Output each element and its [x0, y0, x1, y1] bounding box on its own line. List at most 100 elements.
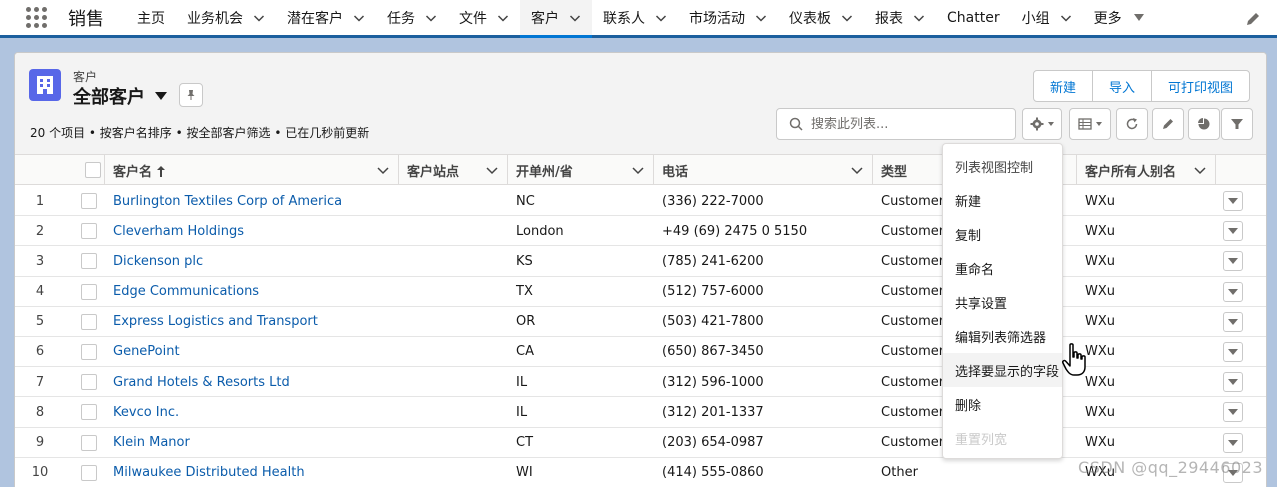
list-view-controls-button[interactable]: [1022, 108, 1062, 140]
row-actions-button[interactable]: [1223, 251, 1243, 272]
chevron-down-icon[interactable]: [253, 12, 265, 24]
row-checkbox[interactable]: [81, 404, 97, 421]
pin-list-view-button[interactable]: [179, 83, 203, 107]
nav-tab-2[interactable]: 潜在客户: [276, 0, 376, 35]
nav-tab-9[interactable]: 报表: [864, 0, 936, 35]
account-name-link[interactable]: Burlington Textiles Corp of America: [113, 186, 342, 216]
menu-item-sharing[interactable]: 共享设置: [943, 285, 1062, 319]
row-actions-button[interactable]: [1223, 221, 1243, 242]
menu-item-clone[interactable]: 复制: [943, 217, 1062, 251]
phone: (785) 241-6200: [662, 253, 764, 269]
display-as-button[interactable]: [1069, 108, 1111, 140]
select-all-checkbox[interactable]: [84, 162, 101, 178]
billing-state: London: [516, 223, 564, 239]
row-checkbox[interactable]: [81, 434, 97, 451]
account-name-link[interactable]: Dickenson plc: [113, 246, 203, 276]
row-checkbox[interactable]: [81, 193, 97, 209]
chevron-down-icon[interactable]: [755, 12, 767, 24]
list-view-switcher[interactable]: 全部客户: [73, 83, 167, 109]
billing-state: OR: [516, 314, 536, 330]
chevron-down-icon[interactable]: [655, 12, 667, 24]
chevron-down-icon[interactable]: [569, 12, 581, 24]
nav-tab-5[interactable]: 客户: [520, 0, 592, 38]
row-select: [81, 458, 97, 487]
row-actions-button[interactable]: [1223, 281, 1243, 302]
column-label-state: 开单州/省: [516, 164, 573, 180]
row-actions-button[interactable]: [1223, 402, 1243, 423]
new-button[interactable]: 新建: [1034, 71, 1093, 101]
account-name-link[interactable]: Cleverham Holdings: [113, 216, 244, 246]
nav-tab-6[interactable]: 联系人: [592, 0, 678, 35]
filters-button[interactable]: [1221, 108, 1253, 140]
search-input[interactable]: [811, 116, 1001, 132]
charts-button[interactable]: [1188, 108, 1220, 140]
row-actions-button[interactable]: [1223, 432, 1243, 453]
import-button[interactable]: 导入: [1093, 71, 1152, 101]
account-name-link[interactable]: Grand Hotels & Resorts Ltd: [113, 367, 290, 397]
account-name-link[interactable]: Klein Manor: [113, 428, 190, 458]
table-icon: [1078, 118, 1092, 130]
table-row: 4 Edge Communications TX (512) 757-6000 Cust…: [15, 277, 1266, 307]
nav-tab-0[interactable]: 主页: [126, 0, 176, 35]
nav-tab-1[interactable]: 业务机会: [176, 0, 276, 35]
column-header-name[interactable]: 客户名: [105, 155, 399, 185]
chevron-down-icon[interactable]: [913, 12, 925, 24]
inline-edit-button[interactable]: [1152, 108, 1184, 140]
row-number: 5: [35, 314, 45, 330]
column-header-state[interactable]: 开单州/省: [508, 155, 654, 185]
chevron-down-icon[interactable]: [497, 12, 509, 24]
chevron-down-icon[interactable]: [353, 12, 365, 24]
menu-item-delete[interactable]: 删除: [943, 387, 1062, 421]
nav-tab-11[interactable]: 小组: [1011, 0, 1083, 35]
nav-tab-7[interactable]: 市场活动: [678, 0, 778, 35]
column-header-phone[interactable]: 电话: [654, 155, 873, 185]
account-type: Customer: [881, 374, 945, 390]
menu-item-rename[interactable]: 重命名: [943, 251, 1062, 285]
menu-item-edit-filters[interactable]: 编辑列表筛选器: [943, 319, 1062, 353]
nav-tab-12[interactable]: 更多: [1083, 0, 1155, 35]
chevron-down-icon[interactable]: [1060, 12, 1072, 24]
row-checkbox[interactable]: [81, 223, 97, 240]
menu-item-new[interactable]: 新建: [943, 183, 1062, 217]
billing-state: CA: [516, 344, 534, 360]
chevron-down-icon[interactable]: [850, 163, 864, 177]
row-actions-button[interactable]: [1223, 311, 1243, 332]
sort-ascending-icon: [156, 165, 165, 177]
chevron-down-icon[interactable]: [1193, 163, 1207, 177]
row-number: 4: [35, 284, 45, 300]
chevron-down-icon[interactable]: [425, 12, 437, 24]
table-row: 3 Dickenson plc KS (785) 241-6200 Customer WX…: [15, 246, 1266, 277]
row-number: 3: [35, 253, 45, 269]
row-checkbox[interactable]: [81, 343, 97, 360]
printable-view-button[interactable]: 可打印视图: [1152, 71, 1249, 101]
row-checkbox[interactable]: [81, 374, 97, 391]
row-actions-button[interactable]: [1223, 372, 1243, 393]
account-name-link[interactable]: Express Logistics and Transport: [113, 307, 318, 337]
row-checkbox[interactable]: [81, 464, 97, 481]
chevron-down-icon[interactable]: [631, 163, 645, 177]
chevron-down-icon[interactable]: [841, 12, 853, 24]
app-launcher-icon[interactable]: [24, 6, 48, 30]
refresh-button[interactable]: [1116, 108, 1148, 140]
account-name-link[interactable]: Edge Communications: [113, 277, 259, 307]
nav-tab-8[interactable]: 仪表板: [778, 0, 864, 35]
account-name-link[interactable]: Kevco Inc.: [113, 397, 179, 427]
account-name-link[interactable]: Milwaukee Distributed Health: [113, 458, 305, 487]
column-header-site[interactable]: 客户站点: [399, 155, 508, 185]
nav-tab-4[interactable]: 文件: [448, 0, 520, 35]
caret-down-icon: [1133, 14, 1144, 21]
row-actions-button[interactable]: [1223, 191, 1243, 211]
nav-tab-label: 主页: [137, 10, 165, 27]
chevron-down-icon[interactable]: [485, 163, 499, 177]
column-header-owner[interactable]: 客户所有人别名: [1077, 155, 1216, 185]
account-name-link[interactable]: GenePoint: [113, 337, 180, 367]
row-actions-button[interactable]: [1223, 341, 1243, 362]
edit-nav-icon[interactable]: [1245, 11, 1261, 27]
menu-item-select-fields[interactable]: 选择要显示的字段: [943, 353, 1062, 387]
row-checkbox[interactable]: [81, 253, 97, 270]
row-checkbox[interactable]: [81, 283, 97, 300]
nav-tab-3[interactable]: 任务: [376, 0, 448, 35]
chevron-down-icon[interactable]: [376, 163, 390, 177]
nav-tab-10[interactable]: Chatter: [936, 0, 1011, 35]
row-checkbox[interactable]: [81, 313, 97, 330]
